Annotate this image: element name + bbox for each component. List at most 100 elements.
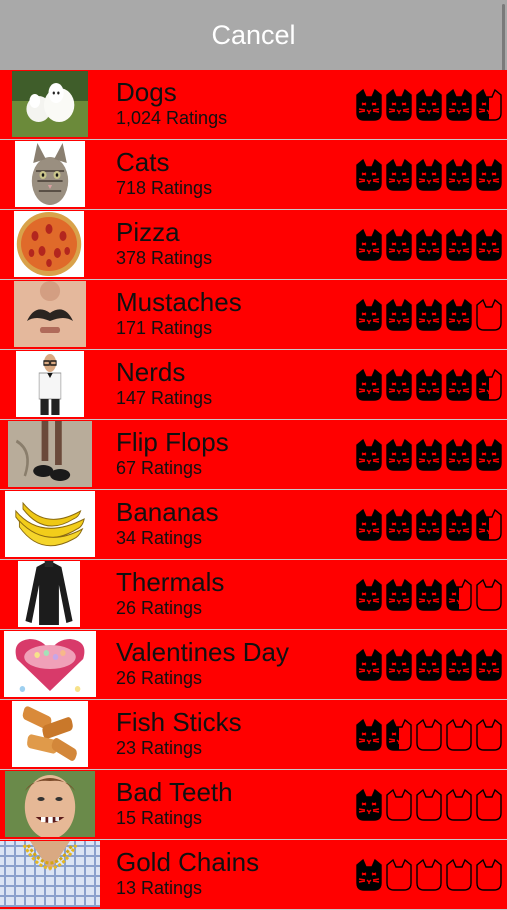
item-name: Fish Sticks	[116, 707, 242, 737]
cat-face-icon-filled	[356, 368, 382, 401]
ratings-list: Dogs 1,024 Ratings Cats 718 Ratings Pizza 378…	[0, 70, 507, 910]
thumbnail-image	[15, 141, 85, 207]
item-name: Bananas	[116, 497, 219, 527]
cat-face-icon-empty	[416, 788, 442, 821]
cat-face-icon-filled	[446, 648, 472, 681]
thumbnail-image	[0, 841, 100, 907]
thumbnail-image	[14, 281, 86, 347]
cat-face-icon-empty	[416, 718, 442, 751]
thumbnail-image	[12, 701, 88, 767]
rating-count: 718 Ratings	[116, 178, 213, 198]
list-item[interactable]: Fish Sticks 23 Ratings	[0, 700, 507, 770]
cat-face-icon-empty	[446, 718, 472, 751]
cat-rating	[355, 508, 505, 542]
cat-face-icon-empty	[386, 788, 412, 821]
cat-face-icon-filled	[386, 88, 412, 121]
cat-face-icon-filled	[356, 648, 382, 681]
cat-rating	[355, 158, 505, 192]
rating-count: 23 Ratings	[116, 738, 203, 758]
cat-face-icon-filled	[446, 438, 472, 471]
thumbnail-image	[5, 771, 95, 837]
navigation-bar: Cancel	[0, 0, 507, 70]
list-item[interactable]: Flip Flops 67 Ratings	[0, 420, 507, 490]
list-item[interactable]: Valentines Day 26 Ratings	[0, 630, 507, 700]
list-item[interactable]: Pizza 378 Ratings	[0, 210, 507, 280]
cancel-button[interactable]: Cancel	[211, 20, 295, 51]
item-name: Nerds	[116, 357, 186, 387]
cat-face-icon-filled	[386, 578, 412, 611]
rating-count: 15 Ratings	[116, 808, 203, 828]
list-item[interactable]: Bananas 34 Ratings	[0, 490, 507, 560]
list-item[interactable]: Dogs 1,024 Ratings	[0, 70, 507, 140]
thumbnail-image	[16, 351, 84, 417]
cat-rating	[355, 298, 505, 332]
cat-face-icon-filled	[416, 228, 442, 261]
rating-count: 13 Ratings	[116, 878, 203, 898]
thumbnail-image	[12, 71, 88, 137]
cat-face-icon-half	[386, 718, 412, 751]
cat-face-icon-filled	[416, 648, 442, 681]
list-item[interactable]: Bad Teeth 15 Ratings	[0, 770, 507, 840]
cat-rating	[355, 368, 505, 402]
item-name: Flip Flops	[116, 427, 229, 457]
cat-face-icon-filled	[416, 298, 442, 331]
rating-count: 67 Ratings	[116, 458, 203, 478]
cat-face-icon-filled	[446, 508, 472, 541]
rating-count: 26 Ratings	[116, 598, 203, 618]
cat-face-icon-filled	[356, 858, 382, 891]
cat-face-icon-filled	[446, 368, 472, 401]
list-item[interactable]: Cats 718 Ratings	[0, 140, 507, 210]
cat-face-icon-filled	[446, 88, 472, 121]
rating-count: 147 Ratings	[116, 388, 213, 408]
cat-face-icon-filled	[356, 298, 382, 331]
list-item[interactable]: Thermals 26 Ratings	[0, 560, 507, 630]
thumbnail-image	[14, 211, 84, 277]
item-name: Bad Teeth	[116, 777, 233, 807]
item-name: Valentines Day	[116, 637, 289, 667]
cat-face-icon-filled	[476, 648, 502, 681]
item-name: Gold Chains	[116, 847, 260, 877]
cat-rating	[355, 788, 505, 822]
cat-face-icon-empty	[416, 858, 442, 891]
cat-face-icon-half	[446, 578, 472, 611]
cat-face-icon-empty	[446, 788, 472, 821]
thumbnail-image	[4, 631, 96, 697]
cat-rating	[355, 858, 505, 892]
thumbnail-image	[18, 561, 80, 627]
item-name: Pizza	[116, 217, 180, 247]
cat-face-icon-half	[476, 368, 502, 401]
item-name: Thermals	[116, 567, 225, 597]
cat-face-icon-filled	[416, 578, 442, 611]
cat-face-icon-filled	[386, 648, 412, 681]
cat-face-icon-filled	[476, 438, 502, 471]
cat-face-icon-filled	[356, 158, 382, 191]
cat-face-icon-filled	[386, 228, 412, 261]
item-name: Dogs	[116, 77, 177, 107]
cat-face-icon-filled	[416, 438, 442, 471]
cat-rating	[355, 438, 505, 472]
thumbnail-image	[8, 421, 92, 487]
rating-count: 1,024 Ratings	[116, 108, 228, 128]
cat-face-icon-filled	[446, 298, 472, 331]
cat-face-icon-empty	[476, 298, 502, 331]
cat-face-icon-filled	[356, 578, 382, 611]
cat-face-icon-filled	[356, 718, 382, 751]
cat-face-icon-half	[476, 88, 502, 121]
cat-face-icon-filled	[476, 228, 502, 261]
cat-face-icon-filled	[386, 438, 412, 471]
cat-face-icon-filled	[446, 228, 472, 261]
list-item[interactable]: Nerds 147 Ratings	[0, 350, 507, 420]
cat-face-icon-filled	[386, 298, 412, 331]
cat-face-icon-filled	[416, 508, 442, 541]
cat-face-icon-empty	[476, 718, 502, 751]
cat-face-icon-empty	[476, 788, 502, 821]
item-name: Cats	[116, 147, 170, 177]
cat-face-icon-filled	[356, 508, 382, 541]
cat-face-icon-empty	[476, 578, 502, 611]
cat-face-icon-filled	[386, 158, 412, 191]
rating-count: 26 Ratings	[116, 668, 203, 688]
rating-count: 171 Ratings	[116, 318, 213, 338]
cat-rating	[355, 228, 505, 262]
cat-face-icon-filled	[356, 788, 382, 821]
list-item[interactable]: Mustaches 171 Ratings	[0, 280, 507, 350]
